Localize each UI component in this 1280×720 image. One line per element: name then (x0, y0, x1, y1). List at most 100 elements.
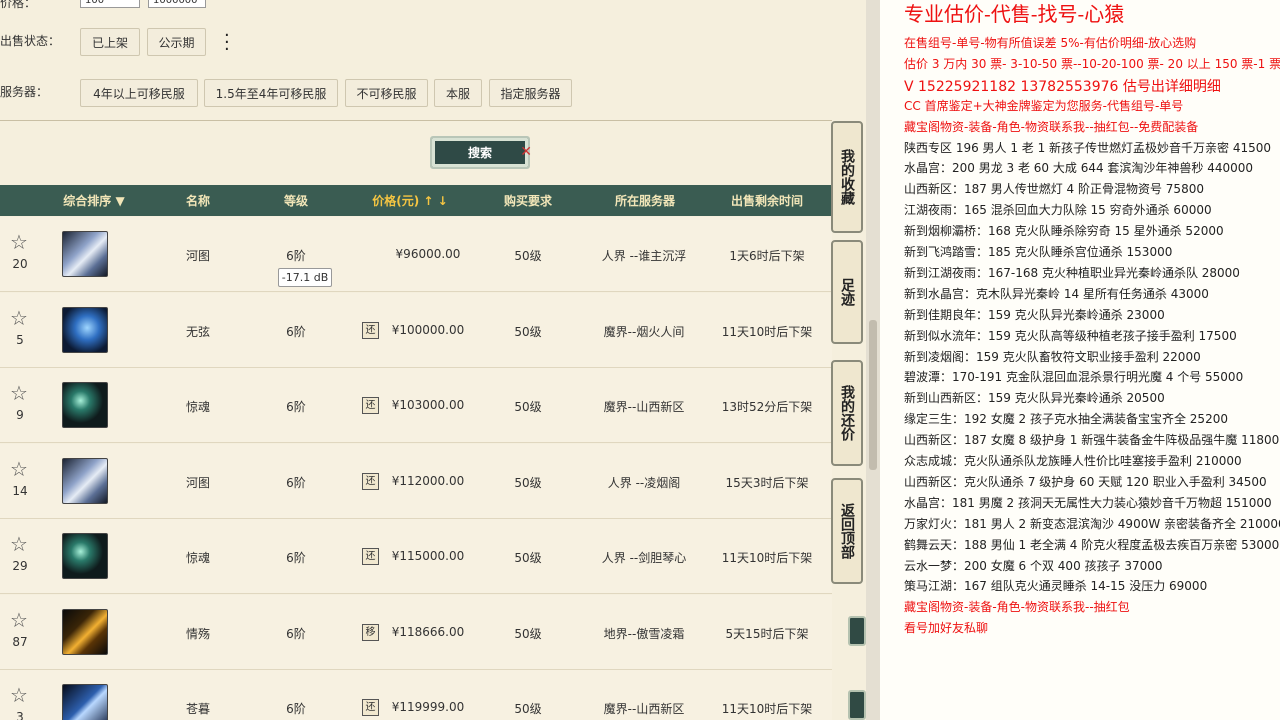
notes-line: 新到水晶宫：克木队异光秦岭 14 星所有任务通杀 43000 (904, 286, 1209, 301)
my-favorites-tab[interactable]: 我的收藏 (831, 121, 863, 233)
bargain-badge: 还 (362, 548, 379, 565)
status-label: 出售状态： (0, 34, 61, 48)
item-level: 6阶 (286, 702, 306, 716)
market-panel: 价格： 100 1000000 出售状态： 已上架 公示期 · · · 服务器： 4… (0, 0, 866, 720)
favorite-star-icon[interactable]: ☆ (10, 232, 30, 252)
item-name[interactable]: 河图 (170, 247, 226, 264)
table-row[interactable]: ☆ 14 河图 6阶 还 ¥112000.00 50级 人界 --凌烟阁 15天3时后下架 (0, 443, 832, 519)
buy-requirement: 50级 (514, 324, 542, 339)
side-expand-button-2[interactable] (848, 690, 866, 720)
divider (0, 120, 832, 121)
notes-line: 新到似水流年：159 克火队高等级种植老孩子接手盈利 17500 (904, 328, 1237, 343)
server-1-5yr-button[interactable]: 1.5年至4年可移民服 (204, 79, 338, 107)
my-offers-tab[interactable]: 我的还价 (831, 360, 863, 466)
history-label: 足迹 (839, 278, 855, 306)
back-top-label: 返回顶部 (839, 503, 855, 559)
notes-line: CC 首席鉴定+大神金牌鉴定为您服务-代售组号-单号 (904, 98, 1184, 113)
favorite-star-icon[interactable]: ☆ (10, 610, 30, 630)
notes-line: 新到凌烟阁：159 克火队畜牧符文职业接手盈利 22000 (904, 349, 1201, 364)
staff-icon[interactable] (62, 382, 108, 428)
time-left: 11天10时后下架 (721, 551, 813, 565)
buy-requirement: 50级 (514, 400, 542, 414)
name-header: 名称 (185, 194, 210, 208)
level-header: 等级 (283, 194, 308, 208)
item-name[interactable]: 无弦 (170, 323, 226, 340)
item-level: 6阶 (286, 551, 306, 565)
more-options-icon[interactable]: · · · (224, 27, 230, 59)
history-tab[interactable]: 足迹 (831, 240, 863, 344)
bargain-badge: 还 (362, 321, 379, 339)
notes-line: 水晶宫：181 男魔 2 孩洞天无属性大力装心猿妙音千万物超 151000 (904, 495, 1272, 510)
item-level: 6阶 (286, 324, 306, 339)
price-min-input[interactable]: 100 (80, 0, 140, 8)
server-nonmigrate-button[interactable]: 不可移民服 (345, 79, 428, 107)
notes-line: 江湖夜雨：165 混杀回血大力队除 15 穷奇外通杀 60000 (904, 203, 1212, 218)
back-to-top-tab[interactable]: 返回顶部 (831, 478, 863, 584)
notes-line: 山西新区：187 男人传世燃灯 4 阶正骨混物资号 75800 (904, 182, 1204, 197)
favorite-count: 9 (16, 408, 24, 422)
notes-line: 云水一梦：200 女魔 6 个双 400 孩孩子 37000 (904, 558, 1163, 573)
favorite-star-icon[interactable]: ☆ (10, 308, 30, 328)
notes-line: 万家灯火：181 男人 2 新变态混滨淘沙 4900W 亲密装备齐全 21000… (904, 516, 1280, 531)
notes-line: 估价 3 万内 30 票- 3-10-50 票--10-20-100 票- 20… (904, 56, 1280, 71)
time-left: 11天10时后下架 (721, 324, 813, 339)
notes-line: 新到飞鸿踏雪：185 克火队睡杀宫位通杀 153000 (904, 245, 1173, 259)
sort-default-header[interactable]: 综合排序 ▼ (56, 192, 132, 209)
buy-requirement: 50级 (514, 249, 542, 263)
favorite-star-icon[interactable]: ☆ (10, 459, 30, 479)
table-row[interactable]: ☆ 87 情殇 6阶 移 ¥118666.00 50级 地界--傲雪凌霜 5天15时后下架 (0, 594, 832, 670)
scroll-icon[interactable] (62, 457, 108, 504)
status-listed-button[interactable]: 已上架 (80, 28, 140, 56)
favorite-star-icon[interactable]: ☆ (10, 534, 30, 554)
scroll-icon[interactable] (62, 231, 108, 277)
favorite-count: 3 (16, 710, 24, 720)
price-sort-header[interactable]: 价格(元) ↑ ↓ (360, 192, 460, 209)
favorite-count: 20 (12, 257, 28, 271)
status-public-button[interactable]: 公示期 (147, 28, 206, 56)
notes-line: 鹤舞云天：188 男仙 1 老全满 4 阶克火程度孟极去疾百万亲密 53000 (904, 537, 1280, 552)
table-row[interactable]: ☆ 5 无弦 6阶 还 ¥100000.00 50级 魔界--烟火人间 11天10时后下架 (0, 292, 832, 368)
table-row[interactable]: ☆ 9 惊魂 6阶 还 ¥103000.00 50级 魔界--山西新区 13时52分后下架 (0, 368, 832, 443)
favorite-star-icon[interactable]: ☆ (10, 383, 30, 403)
item-name[interactable]: 河图 (170, 474, 226, 491)
notes-line: 缘定三生：192 女魔 2 孩子克水抽全满装备宝宝齐全 25200 (904, 412, 1228, 427)
bow-icon[interactable] (62, 306, 108, 353)
search-button[interactable]: 搜索 ✕ (430, 136, 532, 169)
item-server: 人界 --凌烟阁 (607, 475, 681, 490)
notes-line: 众志成城：克火队通杀队龙族睡人性价比哇塞接手盈利 210000 (904, 454, 1242, 468)
notes-line: 策马江湖：167 组队克火通灵睡杀 14-15 没压力 69000 (904, 579, 1208, 594)
sword-icon[interactable] (62, 684, 108, 720)
price-max-input[interactable]: 1000000 (148, 0, 206, 8)
item-name[interactable]: 苍暮 (170, 700, 226, 717)
price-label: 价格： (0, 0, 37, 10)
item-name[interactable]: 情殇 (170, 625, 226, 642)
favorite-count: 87 (12, 634, 28, 649)
staff-icon[interactable] (62, 533, 108, 579)
item-server: 人界 --谁主沉浮 (601, 249, 687, 263)
blade-icon[interactable] (62, 608, 108, 655)
table-row[interactable]: ☆ 20 河图 6阶 ¥96000.00 50级 人界 --谁主沉浮 1天6时后下架 (0, 217, 832, 292)
server-specific-button[interactable]: 指定服务器 (489, 79, 572, 107)
notes-line: 看号加好友私聊 (904, 621, 989, 636)
time-left: 15天3时后下架 (725, 475, 809, 490)
item-server: 地界--傲雪凌霜 (603, 626, 685, 641)
item-price: ¥119999.00 (391, 700, 465, 714)
side-expand-button[interactable] (848, 616, 866, 646)
table-row[interactable]: ☆ 29 惊魂 6阶 还 ¥115000.00 50级 人界 --剑胆琴心 11天10时后下架 (0, 519, 832, 594)
requirement-header: 购买要求 (503, 194, 552, 208)
item-level: 6阶 (286, 475, 306, 490)
server-4yr-button[interactable]: 4年以上可移民服 (80, 79, 198, 107)
favorite-star-icon[interactable]: ☆ (10, 685, 30, 705)
offers-label: 我的还价 (839, 385, 855, 441)
scrollbar-thumb[interactable] (869, 320, 877, 470)
notes-line: 新到山西新区：159 克火队异光秦岭通杀 20500 (904, 391, 1165, 406)
item-name[interactable]: 惊魂 (170, 549, 226, 566)
favorites-label: 我的收藏 (839, 149, 855, 205)
favorite-count: 29 (12, 559, 28, 573)
time-left: 11天10时后下架 (721, 702, 813, 716)
buy-requirement: 50级 (514, 702, 542, 716)
item-server: 魔界--山西新区 (603, 702, 685, 716)
table-row[interactable]: ☆ 3 苍暮 6阶 还 ¥119999.00 50级 魔界--山西新区 11天10时后下架 (0, 670, 832, 720)
item-name[interactable]: 惊魂 (170, 398, 226, 415)
server-local-button[interactable]: 本服 (434, 79, 482, 107)
